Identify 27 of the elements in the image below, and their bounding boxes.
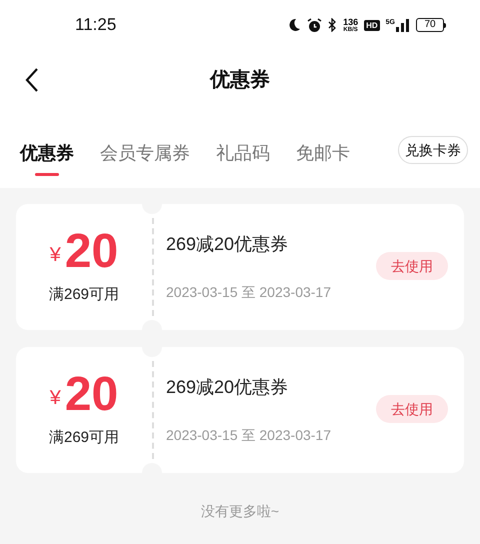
tab[interactable]: 礼品码	[216, 140, 270, 167]
status-time: 11:25	[75, 14, 116, 36]
tab[interactable]: 优惠券	[20, 140, 74, 176]
exchange-button[interactable]: 兑换卡券	[398, 136, 468, 164]
alarm-icon	[307, 18, 322, 32]
coupon-validity: 2023-03-15 至 2023-03-17	[166, 426, 332, 445]
hd-badge: HD	[364, 20, 380, 30]
bluetooth-icon	[328, 18, 338, 32]
net-speed: 136	[343, 18, 358, 26]
use-button[interactable]: 去使用	[376, 252, 448, 280]
page-title: 优惠券	[210, 68, 270, 93]
no-more-text: 没有更多啦~	[200, 502, 280, 521]
coupon-amount: 20	[64, 228, 118, 276]
tab[interactable]: 会员专属券	[100, 140, 190, 167]
coupon-validity: 2023-03-15 至 2023-03-17	[166, 283, 332, 302]
coupon-condition: 满269可用	[48, 284, 120, 305]
currency-symbol: ¥	[50, 242, 61, 268]
currency-symbol: ¥	[50, 386, 61, 411]
battery-indicator: 70	[416, 18, 444, 32]
moon-icon	[287, 18, 302, 32]
coupon-title: 269减20优惠券	[166, 376, 290, 399]
signal-icon	[396, 18, 410, 32]
coupon-amount: 20	[64, 370, 118, 419]
coupon-condition: 满269可用	[48, 428, 120, 448]
coupon-title: 269减20优惠券	[166, 233, 290, 256]
tab[interactable]: 免邮卡	[296, 140, 350, 167]
use-button[interactable]: 去使用	[376, 395, 448, 423]
